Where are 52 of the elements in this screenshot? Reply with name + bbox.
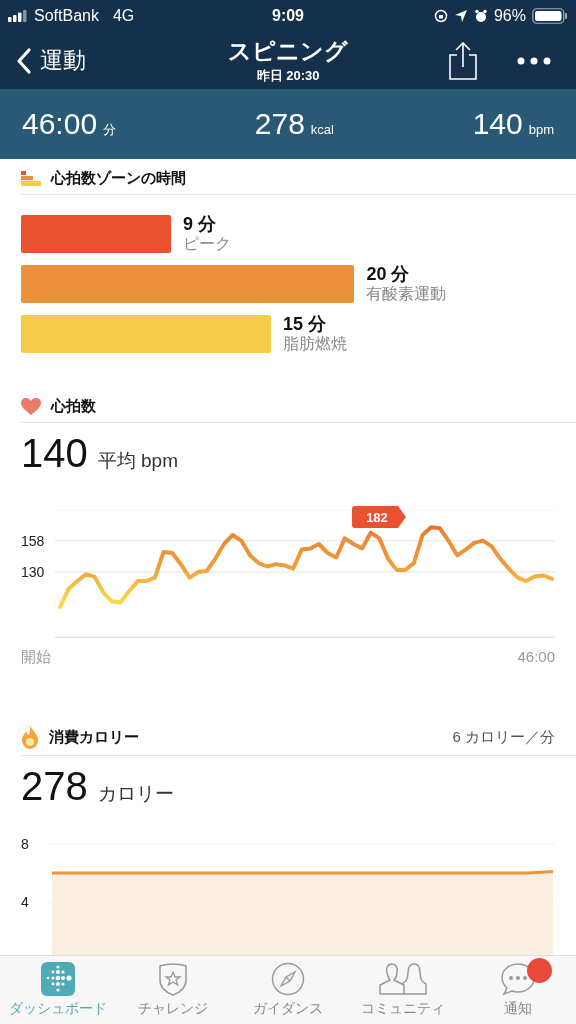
rotation-lock-icon [433, 9, 448, 23]
chat-bubble-icon [500, 962, 537, 996]
calories-total: 278 [21, 764, 88, 809]
tab-item[interactable]: ガイダンス [230, 956, 346, 1024]
clock-time: 9:09 [272, 7, 304, 25]
zone-label: 脂肪燃焼 [283, 334, 348, 353]
signal-icon [8, 10, 28, 22]
peak-marker: 182 [352, 506, 406, 528]
zone-label: 有酸素運動 [366, 284, 447, 303]
flame-icon [21, 725, 39, 749]
zone-label: ピーク [183, 234, 231, 253]
calorie-rate: 6 カロリー／分 [452, 727, 555, 747]
people-icon [378, 962, 429, 996]
section-title: 消費カロリー [49, 727, 139, 747]
zone-minutes: 9 分 [183, 215, 218, 234]
dots-logo-icon [40, 962, 75, 996]
summary-stat: 278 kcal [254, 107, 334, 141]
chevron-left-icon [16, 46, 32, 75]
tab-item[interactable]: コミュニティ [345, 956, 461, 1024]
heart-rate-unit: 平均 bpm [97, 449, 178, 473]
summary-stat: 46:00 分 [22, 107, 117, 141]
heart-icon [21, 397, 41, 416]
axis-label: 4 [21, 894, 29, 910]
workout-time: 昨日 20:30 [256, 67, 320, 85]
tab-item[interactable]: 通知 [460, 956, 576, 1024]
carrier-name: SoftBank [34, 7, 99, 25]
battery-percent: 96% [493, 7, 526, 25]
axis-label: 46:00 [517, 648, 555, 667]
share-icon[interactable] [448, 40, 478, 81]
network-type: 4G [112, 7, 135, 25]
workout-title: スピニング [228, 37, 348, 66]
average-heart-rate: 140 [21, 431, 88, 476]
calories-unit: カロリー [97, 782, 174, 806]
more-icon[interactable] [516, 55, 552, 66]
summary-stat: 140 bpm [472, 107, 554, 141]
tab-item[interactable]: ダッシュボード [0, 956, 116, 1024]
alarm-icon [473, 9, 488, 23]
axis-label: 8 [21, 836, 29, 852]
location-icon [453, 9, 468, 23]
axis-label: 158 [21, 532, 45, 549]
tab-item[interactable]: チャレンジ [115, 956, 231, 1024]
axis-label: 130 [21, 564, 45, 581]
bar-chart-icon [21, 170, 41, 187]
battery-icon [532, 8, 568, 24]
section-title: 心拍数ゾーンの時間 [51, 169, 186, 188]
back-button[interactable]: 運動 [16, 45, 86, 76]
zone-minutes: 15 分 [283, 315, 328, 334]
compass-icon [271, 962, 305, 996]
annotation: 182 [366, 510, 388, 525]
axis-label: 開始 [21, 648, 51, 667]
zone-minutes: 20 分 [366, 265, 411, 284]
section-title: 心拍数 [51, 397, 96, 416]
